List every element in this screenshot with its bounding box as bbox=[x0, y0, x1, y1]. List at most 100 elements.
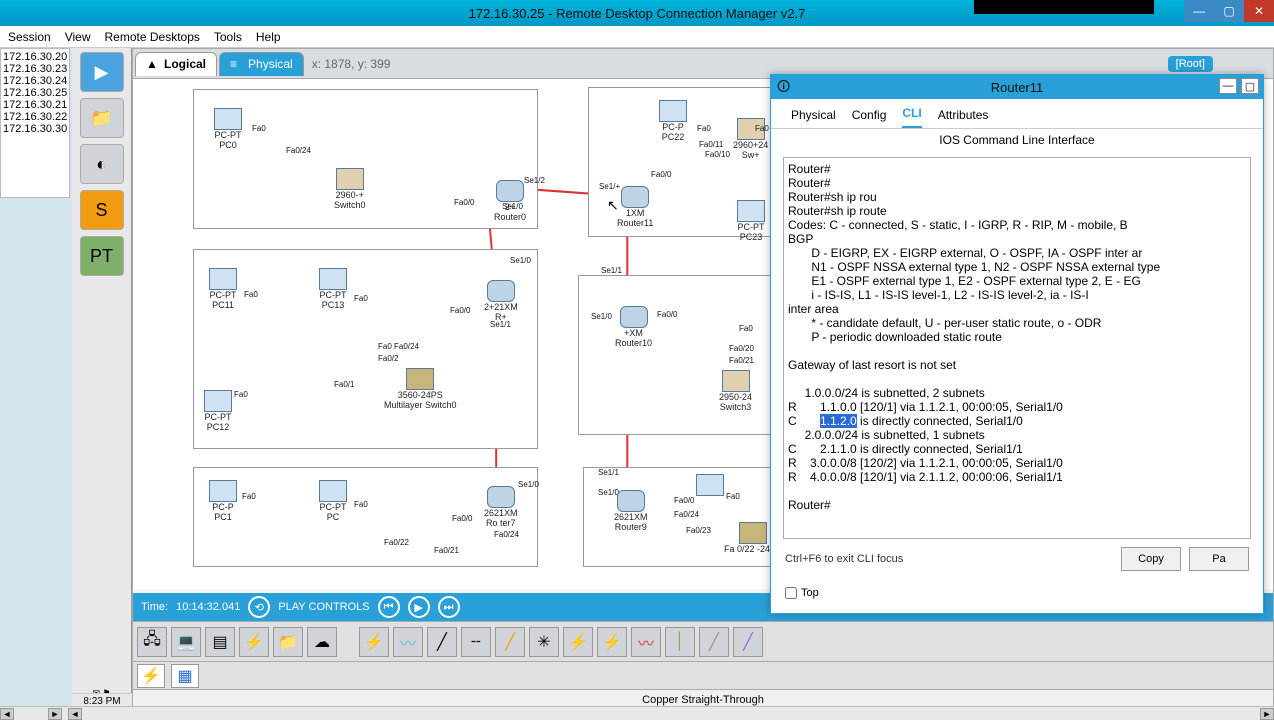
drawer-lightning-icon[interactable]: ⚡ bbox=[137, 664, 165, 688]
device-pc12[interactable]: PC-PTPC12 bbox=[204, 390, 232, 432]
host-item[interactable]: 172.16.30.25 bbox=[3, 87, 67, 99]
scroll-left-icon[interactable]: ◄ bbox=[0, 708, 14, 720]
device-multilayer-switch0[interactable]: 3560-24PSMultilayer Switch0 bbox=[384, 368, 457, 410]
iface-label: Fa0 bbox=[354, 294, 368, 303]
device-switch3[interactable]: 2950-24Switch3 bbox=[719, 370, 752, 412]
device-pc0[interactable]: PC-PTPC0 bbox=[214, 108, 242, 150]
conn-fiber-icon[interactable]: ╱ bbox=[495, 627, 525, 657]
window-minimize-button[interactable]: — bbox=[1184, 0, 1214, 22]
device-pc[interactable]: PC-PTPC bbox=[319, 480, 347, 522]
palette-folder-icon[interactable]: 📁 bbox=[273, 627, 303, 657]
iface-label: Fa0 bbox=[726, 492, 740, 501]
cli-copy-button[interactable]: Copy bbox=[1121, 547, 1181, 571]
mouse-cursor-icon: ↖ bbox=[607, 197, 619, 214]
always-on-top-checkbox[interactable] bbox=[785, 587, 797, 599]
palette-lightning-icon[interactable]: ⚡ bbox=[239, 627, 269, 657]
host-item[interactable]: 172.16.30.21 bbox=[3, 99, 67, 111]
iface-label: Fa0/23 bbox=[686, 526, 711, 535]
conn-serial-dte-icon[interactable]: 〰 bbox=[631, 627, 661, 657]
palette-cloud-icon[interactable]: ☁ bbox=[307, 627, 337, 657]
menu-session[interactable]: Session bbox=[8, 30, 51, 44]
conn-custom-icon[interactable]: ╱ bbox=[733, 627, 763, 657]
iface-label: Se1/0 bbox=[502, 202, 523, 211]
router-tabs: Physical Config CLI Attributes bbox=[771, 99, 1263, 129]
conn-coax-icon[interactable]: ⚡ bbox=[563, 627, 593, 657]
host-item[interactable]: 172.16.30.20 bbox=[3, 51, 67, 63]
router-tab-config[interactable]: Config bbox=[852, 108, 887, 128]
taskbar-sublime-icon[interactable]: S bbox=[80, 190, 124, 230]
conn-straight-icon[interactable]: ╱ bbox=[427, 627, 457, 657]
iface-label: Fa0 bbox=[697, 124, 711, 133]
palette-hub-icon[interactable]: ▤ bbox=[205, 627, 235, 657]
device-pc11[interactable]: PC-PTPC11 bbox=[209, 268, 237, 310]
iface-label: Fa0 bbox=[739, 324, 753, 333]
step-forward-button[interactable]: ⏭ bbox=[438, 596, 460, 618]
step-back-button[interactable]: ⏮ bbox=[378, 596, 400, 618]
host-list-panel: 172.16.30.20 172.16.30.23 172.16.30.24 1… bbox=[0, 48, 70, 198]
scroll-right-icon[interactable]: ► bbox=[48, 708, 62, 720]
cli-paste-button[interactable]: Pa bbox=[1189, 547, 1249, 571]
menu-tools[interactable]: Tools bbox=[214, 30, 242, 44]
router-tab-attributes[interactable]: Attributes bbox=[938, 108, 989, 128]
root-button[interactable]: [Root] bbox=[1168, 56, 1213, 72]
device-switch0[interactable]: 2960-+Switch0 bbox=[334, 168, 366, 210]
palette-router-icon[interactable]: 🖧 bbox=[137, 627, 167, 657]
tab-logical[interactable]: ▲ Logical bbox=[135, 52, 217, 76]
cli-terminal[interactable]: Router#Router#Router#sh ip rouRouter#sh … bbox=[783, 157, 1251, 539]
tab-logical-label: Logical bbox=[164, 57, 206, 71]
conn-auto-icon[interactable]: ⚡ bbox=[359, 627, 389, 657]
iface-label: Fa0/24 bbox=[286, 146, 311, 155]
host-item[interactable]: 172.16.30.22 bbox=[3, 111, 67, 123]
taskbar-folder-icon[interactable]: 📁 bbox=[80, 98, 124, 138]
router-tab-cli[interactable]: CLI bbox=[902, 106, 921, 128]
device-router0[interactable]: 2+Router0 bbox=[494, 180, 526, 222]
device-pc1[interactable]: PC-PPC1 bbox=[209, 480, 237, 522]
device-pc22[interactable]: PC-PPC22 bbox=[659, 100, 687, 142]
device-router[interactable]: 2+21XMR+ bbox=[484, 280, 518, 322]
host-item[interactable]: 172.16.30.24 bbox=[3, 75, 67, 87]
remote-taskbar: ▶ 📁 ◐ S PT ✉ ⚑ 🔊 bbox=[72, 48, 132, 710]
device-router9[interactable]: 2621XMRouter9 bbox=[614, 490, 648, 532]
host-item[interactable]: 172.16.30.30 bbox=[3, 123, 67, 135]
iface-label: Fa0 bbox=[354, 500, 368, 509]
iface-label: Fa0/21 bbox=[729, 356, 754, 365]
device-router10[interactable]: +XMRouter10 bbox=[615, 306, 652, 348]
taskbar-packettracer-icon[interactable]: PT bbox=[80, 236, 124, 276]
group-2: PC-PTPC11 Fa0 PC-PTPC13 Fa0 PC-PTPC12 Fa… bbox=[193, 249, 538, 449]
conn-crossover-icon[interactable]: ╌ bbox=[461, 627, 491, 657]
physical-icon: ≡ bbox=[230, 57, 244, 71]
conn-phone-icon[interactable]: ✳ bbox=[529, 627, 559, 657]
iface-label: Fa0 bbox=[234, 390, 248, 399]
tab-physical[interactable]: ≡ Physical bbox=[219, 52, 304, 76]
menu-view[interactable]: View bbox=[65, 30, 91, 44]
device-pc[interactable] bbox=[696, 474, 724, 496]
router-minimize-button[interactable]: — bbox=[1219, 78, 1237, 94]
drawer-grid-icon[interactable]: ▦ bbox=[171, 664, 199, 688]
device-pc13[interactable]: PC-PTPC13 bbox=[319, 268, 347, 310]
conn-console-icon[interactable]: 〰 bbox=[393, 627, 423, 657]
reset-button[interactable]: ⟲ bbox=[248, 596, 270, 618]
window-close-button[interactable]: ✕ bbox=[1244, 0, 1274, 22]
conn-octal-icon[interactable]: │ bbox=[665, 627, 695, 657]
device-router8[interactable]: 2621XMRo ter7 bbox=[484, 486, 518, 528]
taskbar-explorer-icon[interactable]: ▶ bbox=[80, 52, 124, 92]
play-button[interactable]: ▶ bbox=[408, 596, 430, 618]
cli-subtitle: IOS Command Line Interface bbox=[771, 129, 1263, 153]
palette-pc-icon[interactable]: 💻 bbox=[171, 627, 201, 657]
logical-icon: ▲ bbox=[146, 57, 160, 71]
conn-usb-icon[interactable]: ╱ bbox=[699, 627, 729, 657]
window-maximize-button[interactable]: ▢ bbox=[1214, 0, 1244, 22]
device-router11[interactable]: 1XMRouter11 bbox=[617, 186, 653, 228]
scroll-left2-icon[interactable]: ◄ bbox=[68, 708, 82, 720]
router-maximize-button[interactable]: ▢ bbox=[1241, 78, 1259, 94]
iface-label: Se1/2 bbox=[524, 176, 545, 185]
taskbar-chrome-icon[interactable]: ◐ bbox=[80, 144, 124, 184]
menu-remote-desktops[interactable]: Remote Desktops bbox=[105, 30, 200, 44]
device-pc23[interactable]: PC-PTPC23 bbox=[737, 200, 765, 242]
router-tab-physical[interactable]: Physical bbox=[791, 108, 836, 128]
host-item[interactable]: 172.16.30.23 bbox=[3, 63, 67, 75]
menu-help[interactable]: Help bbox=[256, 30, 281, 44]
outer-hscrollbar[interactable]: ◄ ► ◄ ► bbox=[0, 706, 1274, 720]
conn-serial-dce-icon[interactable]: ⚡ bbox=[597, 627, 627, 657]
scroll-right2-icon[interactable]: ► bbox=[1260, 708, 1274, 720]
